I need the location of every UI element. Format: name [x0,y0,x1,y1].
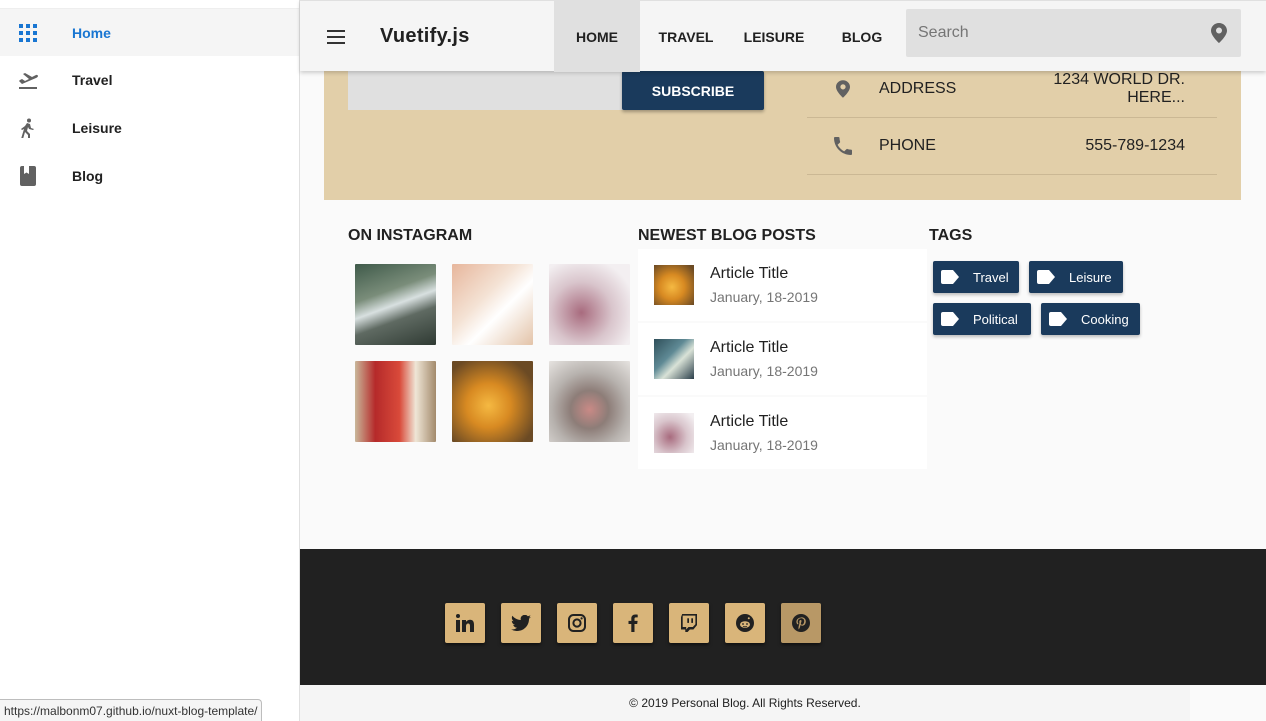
instagram-photo[interactable] [452,264,533,345]
linkedin-icon[interactable] [445,603,485,643]
tag-label: Travel [973,269,1009,285]
phone-row: PHONE 555-789-1234 [807,118,1217,175]
post-date: January, 18-2019 [710,363,818,379]
tag-label: Cooking [1081,311,1129,327]
instagram-photo[interactable] [549,361,630,442]
phone-label: PHONE [879,137,936,154]
post-date: January, 18-2019 [710,289,818,305]
post-title: Article Title [710,413,789,430]
tag-label: Leisure [1069,269,1112,285]
post-title: Article Title [710,265,789,282]
address-label: ADDRESS [879,80,957,97]
address-value: 1234 WORLD DR. HERE... [1053,71,1185,106]
app-root: Home Travel Leisure Blog Vuetify.js HOME… [0,0,1266,721]
pinterest-icon[interactable] [781,603,821,643]
apps-grid-icon [18,23,38,43]
search-input[interactable] [906,9,1186,57]
post-thumbnail [654,413,694,453]
airplane-takeoff-icon [18,70,38,90]
map-marker-icon [831,79,855,99]
instagram-photo[interactable] [355,264,436,345]
sidebar-item-blog[interactable]: Blog [0,152,299,200]
email-input[interactable] [348,71,624,110]
footer [300,549,1266,685]
list-item[interactable]: Article Title January, 18-2019 [638,397,927,469]
post-date: January, 18-2019 [710,437,818,453]
sidebar-item-travel[interactable]: Travel [0,56,299,104]
sidebar-item-label: Leisure [72,120,122,136]
sidebar-item-home[interactable]: Home [0,9,299,56]
tab-travel[interactable]: TRAVEL [650,1,722,72]
map-marker-icon[interactable] [1211,23,1227,48]
facebook-icon[interactable] [613,603,653,643]
instagram-photo[interactable] [549,264,630,345]
list-item[interactable]: Article Title January, 18-2019 [638,323,927,395]
post-thumbnail [654,265,694,305]
app-toolbar: Vuetify.js HOME TRAVEL LEISURE BLOG [300,0,1266,72]
post-thumbnail [654,339,694,379]
instagram-photo[interactable] [452,361,533,442]
toolbar-title: Vuetify.js [380,25,470,47]
label-icon [941,312,959,326]
copyright-text: © 2019 Personal Blog. All Rights Reserve… [300,685,1190,721]
hamburger-menu-icon[interactable] [324,25,348,49]
blog-post-list: Article Title January, 18-2019 Article T… [638,249,927,471]
instagram-heading: ON INSTAGRAM [348,227,473,244]
twitch-icon[interactable] [669,603,709,643]
hiker-icon [18,118,38,138]
tag-chip-travel[interactable]: Travel [933,261,1019,293]
sidebar-item-label: Travel [72,72,113,88]
navigation-drawer: Home Travel Leisure Blog [0,0,300,721]
tag-chip-cooking[interactable]: Cooking [1041,303,1140,335]
phone-icon [831,137,855,155]
tab-home[interactable]: HOME [554,1,640,72]
sidebar-item-leisure[interactable]: Leisure [0,104,299,152]
instagram-photo[interactable] [355,361,436,442]
sidebar-item-label: Home [72,24,111,41]
tag-label: Political [973,311,1018,327]
tag-chip-political[interactable]: Political [933,303,1031,335]
browser-status-url: https://malbonm07.github.io/nuxt-blog-te… [0,699,263,721]
blog-posts-heading: NEWEST BLOG POSTS [638,227,816,244]
instagram-icon[interactable] [557,603,597,643]
label-icon [1049,312,1067,326]
tag-chip-leisure[interactable]: Leisure [1029,261,1123,293]
tags-heading: TAGS [929,227,973,244]
label-icon [1037,270,1055,284]
tab-blog[interactable]: BLOG [828,1,896,72]
post-title: Article Title [710,339,789,356]
tab-leisure[interactable]: LEISURE [736,1,812,72]
book-icon [18,166,38,186]
twitter-icon[interactable] [501,603,541,643]
phone-value: 555-789-1234 [1085,137,1185,154]
list-item[interactable]: Article Title January, 18-2019 [638,249,927,321]
reddit-icon[interactable] [725,603,765,643]
label-icon [941,270,959,284]
search-field [906,9,1241,57]
drawer-top-divider [0,0,299,9]
subscribe-button[interactable]: SUBSCRIBE [622,71,764,110]
contact-section: SUBSCRIBE ADDRESS 1234 WORLD DR. HERE...… [324,71,1241,200]
sidebar-item-label: Blog [72,168,104,184]
